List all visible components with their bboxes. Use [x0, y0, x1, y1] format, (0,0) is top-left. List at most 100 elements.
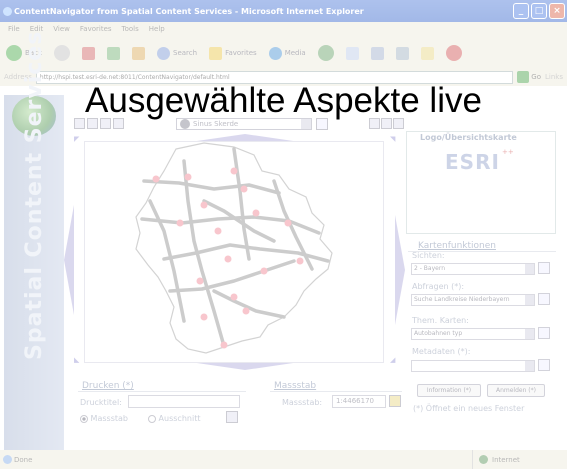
pan-northwest-icon[interactable]: ◤: [74, 135, 79, 143]
scale-input[interactable]: 1:4466170: [332, 395, 386, 408]
bavaria-road-map: [135, 142, 333, 354]
close-button[interactable]: ×: [549, 3, 565, 19]
scale-apply-icon[interactable]: [389, 395, 401, 407]
print-divider: [78, 391, 246, 392]
folder-icon[interactable]: [420, 46, 434, 60]
city-dot: [214, 227, 222, 235]
menu-view[interactable]: View: [53, 25, 70, 35]
menu-favorites[interactable]: Favorites: [80, 25, 112, 35]
stop-icon[interactable]: [82, 46, 95, 60]
city-dot: [296, 257, 304, 265]
road: [232, 147, 251, 261]
status-text: Done: [14, 455, 33, 464]
menu-tools[interactable]: Tools: [122, 25, 139, 35]
thematic-apply-icon[interactable]: [538, 327, 550, 339]
browser-screenshot: ContentNavigator from Spatial Content Se…: [0, 0, 567, 469]
city-dot: [152, 175, 160, 183]
city-dot: [176, 219, 184, 227]
status-bar: Done Internet: [0, 450, 567, 469]
road: [212, 289, 286, 319]
city-dot: [230, 293, 238, 301]
pan-southeast-icon[interactable]: ◢: [390, 356, 395, 364]
metadata-apply-icon[interactable]: [538, 359, 550, 371]
views-label: Sichten:: [412, 251, 445, 260]
print-title-input[interactable]: [128, 395, 240, 408]
print-option-scale[interactable]: Massstab: [80, 414, 128, 423]
printer-icon[interactable]: [226, 411, 238, 423]
window-titlebar: ContentNavigator from Spatial Content Se…: [0, 0, 567, 22]
views-select[interactable]: 2 - Bayern: [411, 263, 535, 275]
page-status-icon: [3, 455, 12, 464]
menu-help[interactable]: Help: [149, 25, 165, 35]
print-option-extent[interactable]: Ausschnitt: [148, 414, 200, 423]
refresh-icon[interactable]: [107, 46, 120, 60]
functions-panel-title: Kartenfunktionen: [418, 241, 496, 251]
radio-extent[interactable]: [148, 414, 156, 423]
history-icon[interactable]: [317, 45, 334, 61]
city-dot: [252, 209, 260, 217]
metadata-select[interactable]: [411, 360, 535, 372]
city-dot: [230, 167, 238, 175]
print-title-label: Drucktitel:: [80, 398, 122, 407]
edit-page-icon[interactable]: [395, 46, 409, 60]
metadata-label: Metadaten (*):: [412, 347, 471, 356]
road: [142, 179, 281, 195]
media-icon: [268, 46, 282, 60]
menu-bar: File Edit View Favorites Tools Help: [0, 22, 567, 38]
scale-heading: Massstab: [274, 381, 317, 391]
city-dot: [200, 201, 208, 209]
print-icon[interactable]: [370, 46, 384, 60]
scale-divider: [270, 391, 402, 392]
views-apply-icon[interactable]: [538, 262, 550, 274]
home-icon[interactable]: [132, 46, 145, 60]
city-dot: [242, 307, 250, 315]
menu-file[interactable]: File: [8, 25, 20, 35]
search-icon: [157, 46, 170, 60]
information-button[interactable]: Information (*): [417, 384, 481, 397]
media-button[interactable]: Media: [268, 46, 306, 60]
pan-southwest-icon[interactable]: ◣: [74, 356, 79, 364]
security-zone: Internet: [472, 450, 520, 469]
city-dot: [184, 173, 192, 181]
favorites-button[interactable]: Favorites: [209, 46, 257, 60]
search-button[interactable]: Search: [157, 46, 197, 60]
city-dot: [196, 277, 204, 285]
internet-zone-icon: [479, 455, 488, 464]
login-button[interactable]: Anmelden (*): [487, 384, 545, 397]
messenger-icon[interactable]: [445, 45, 462, 61]
city-dot: [200, 313, 208, 321]
city-dot: [220, 341, 228, 349]
radio-scale[interactable]: [80, 414, 88, 423]
pan-south-arrow[interactable]: [190, 362, 300, 370]
esri-mark-icon: ++: [502, 148, 514, 156]
minimize-button[interactable]: _: [513, 3, 529, 19]
star-icon: [209, 46, 223, 60]
city-dot: [260, 267, 268, 275]
road: [168, 259, 296, 293]
city-dot: [284, 219, 292, 227]
logo-panel-title: Logo/Übersichtskarte: [420, 133, 517, 142]
thematic-select[interactable]: Autobahnen typ: [411, 328, 535, 340]
city-dot: [224, 255, 232, 263]
pan-east-arrow[interactable]: [395, 215, 405, 325]
forward-arrow-icon[interactable]: [54, 45, 70, 61]
esri-logo: ESRI: [445, 150, 500, 174]
new-window-note: (*) Öffnet ein neues Fenster: [413, 404, 525, 413]
queries-label: Abfragen (*):: [412, 282, 465, 291]
pan-west-arrow[interactable]: [64, 205, 74, 315]
browser-toolbar: Back Search Favorites Media: [0, 38, 567, 68]
print-heading: Drucken (*): [82, 381, 134, 391]
thematic-label: Them. Karten:: [412, 316, 469, 325]
pan-northeast-icon[interactable]: ◥: [390, 135, 395, 143]
window-controls: _ □ ×: [513, 3, 565, 19]
autobahn-network: [140, 147, 330, 348]
queries-apply-icon[interactable]: [538, 293, 550, 305]
queries-select[interactable]: Suche Landkreise Niederbayern: [411, 294, 535, 306]
maximize-button[interactable]: □: [531, 3, 547, 19]
overlay-headline: Ausgewählte Aspekte live: [85, 81, 482, 120]
window-title: ContentNavigator from Spatial Content Se…: [14, 7, 364, 16]
ie-logo-icon: [3, 7, 12, 16]
back-arrow-icon: [6, 45, 22, 61]
mail-icon[interactable]: [345, 46, 359, 60]
links-button[interactable]: Links: [545, 73, 563, 81]
